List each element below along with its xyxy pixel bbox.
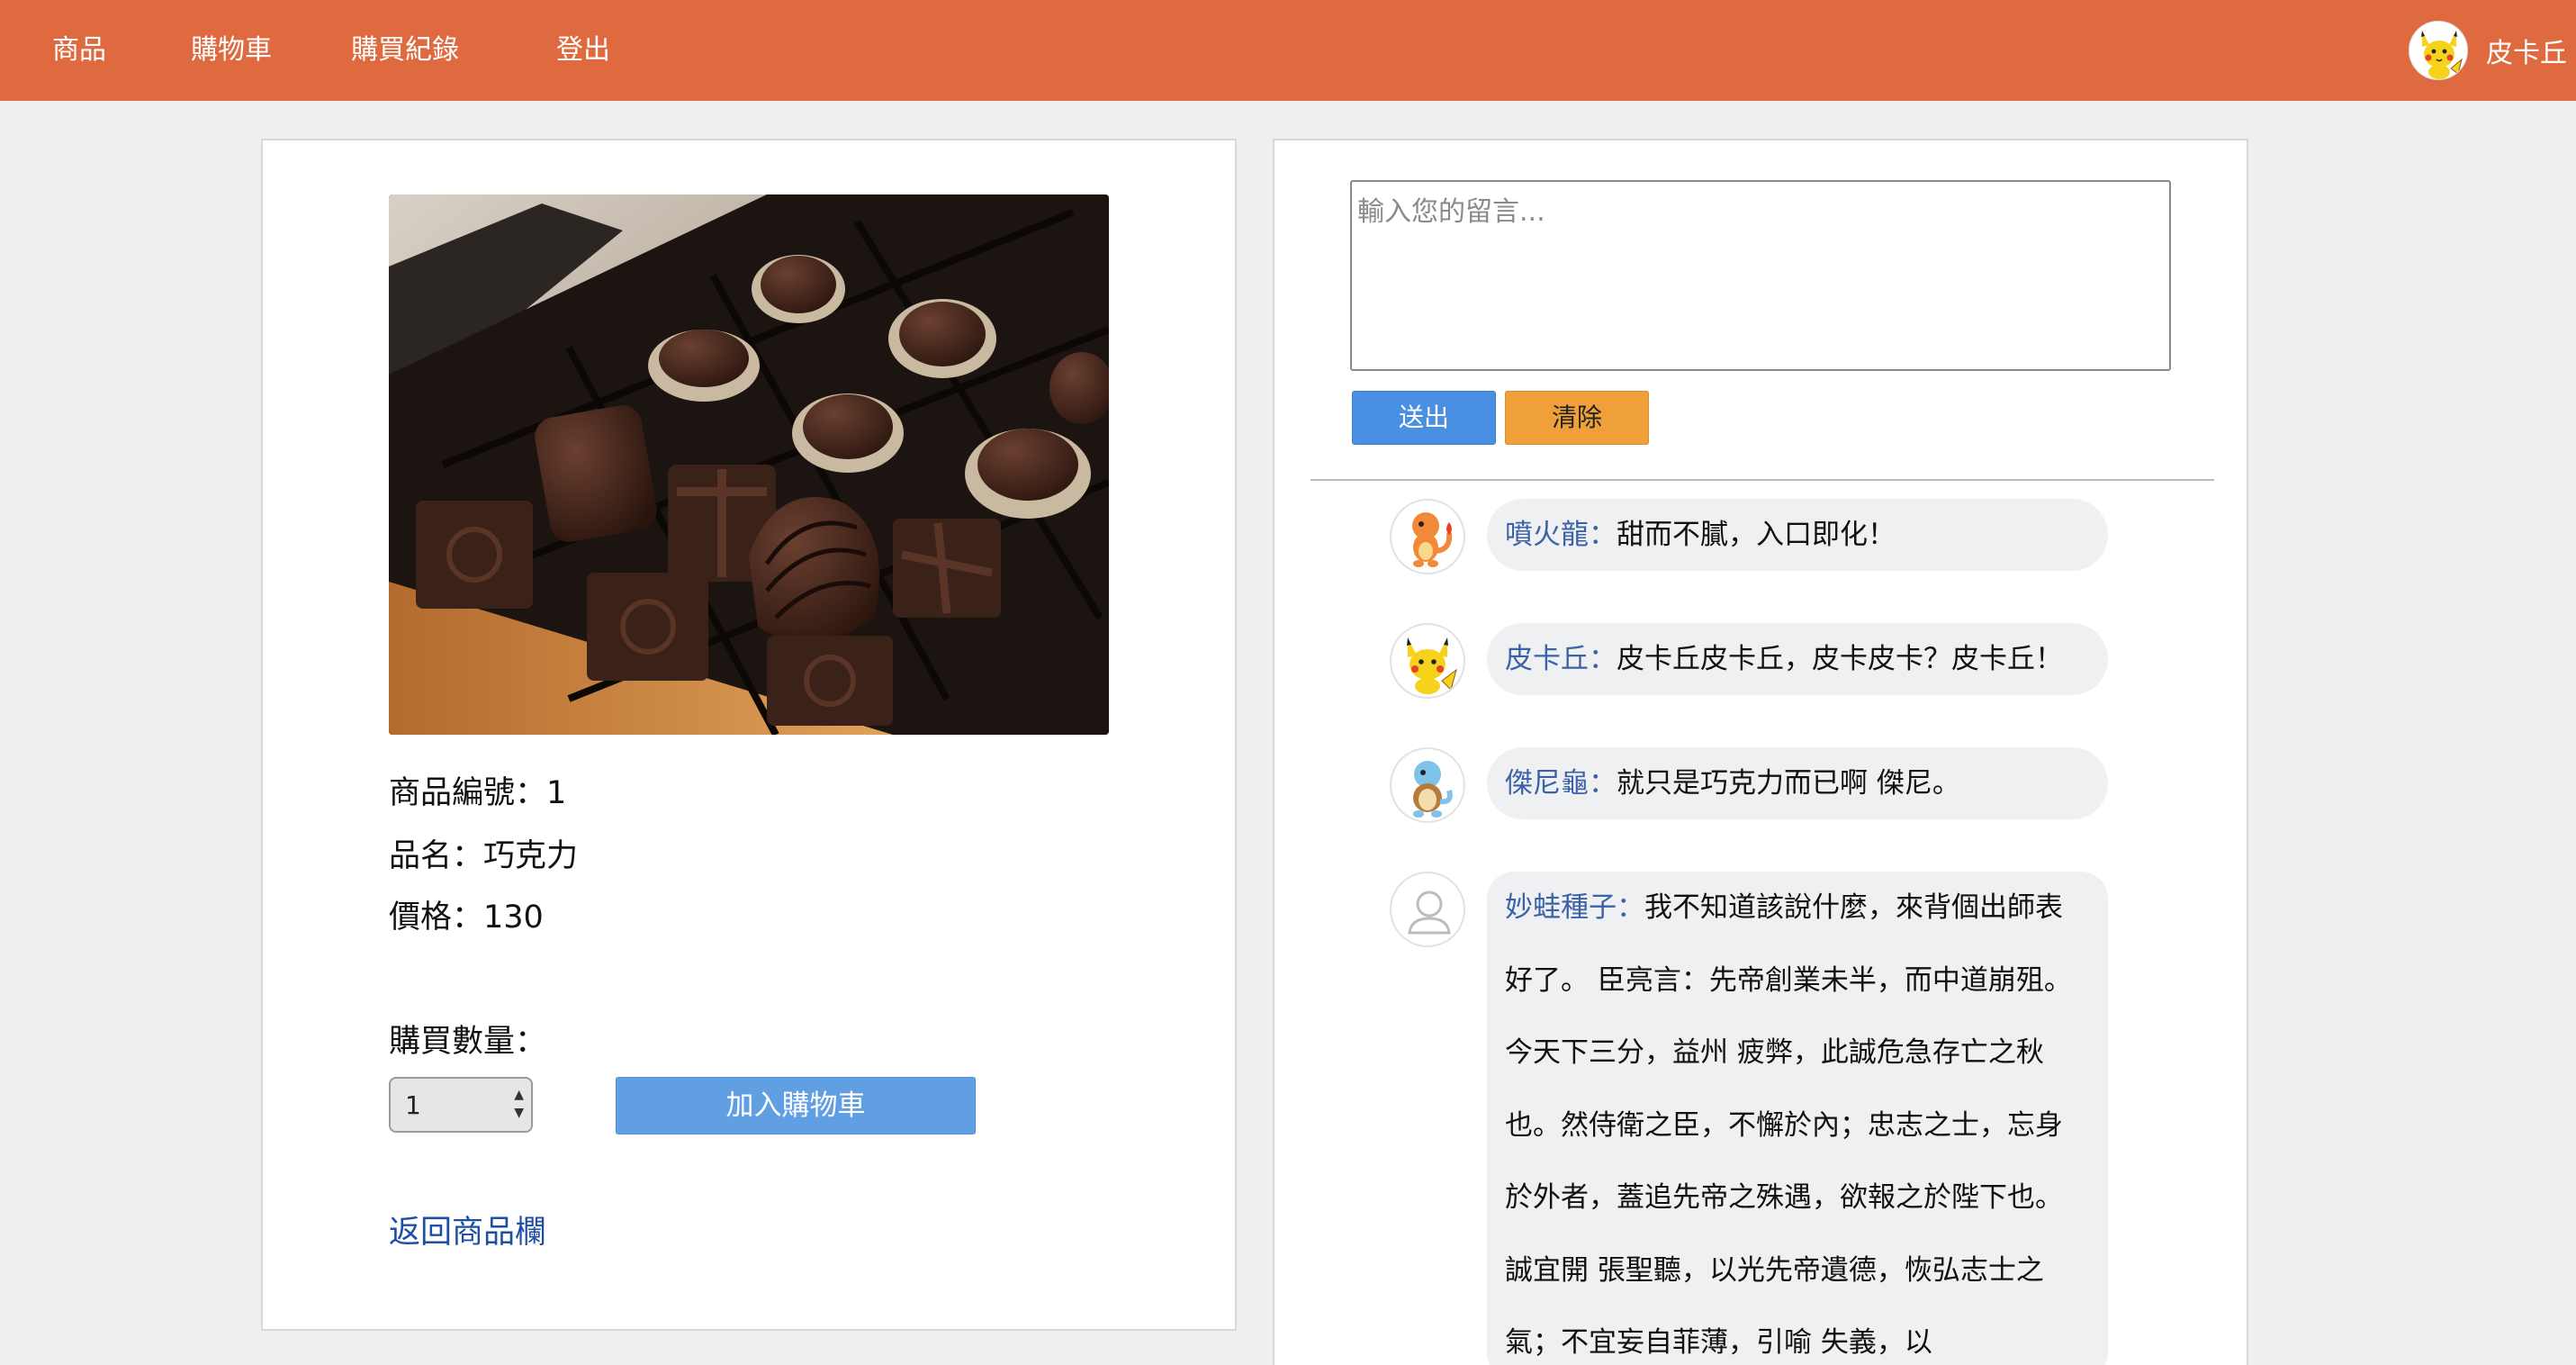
comment-text: 就只是巧克力而已啊 傑尼。	[1617, 767, 1960, 800]
squirtle-avatar-icon	[1390, 747, 1465, 823]
comment-input[interactable]	[1350, 180, 2171, 371]
product-name: 品名：巧克力	[389, 838, 579, 874]
add-to-cart-button[interactable]: 加入購物車	[616, 1077, 976, 1134]
back-to-products-link[interactable]: 返回商品欄	[389, 1207, 546, 1252]
divider	[1311, 479, 2214, 481]
comment-bubble: 皮卡丘：皮卡丘皮卡丘，皮卡皮卡？皮卡丘！	[1487, 623, 2108, 695]
nav-item-logout[interactable]: 登出	[556, 0, 610, 101]
pikachu-avatar-icon	[2409, 21, 2468, 80]
comment-bubble: 噴火龍：甜而不膩，入口即化！	[1487, 499, 2108, 571]
send-button[interactable]: 送出	[1352, 391, 1496, 445]
commenter-name: 噴火龍：	[1505, 519, 1617, 551]
product-price: 價格：130	[389, 899, 544, 936]
charmander-avatar-icon	[1390, 499, 1465, 574]
pikachu-avatar-icon	[1390, 623, 1465, 699]
quantity-label: 購買數量：	[389, 1024, 547, 1060]
commenter-name: 妙蛙種子：	[1505, 891, 1644, 924]
comment-text: 我不知道該說什麼，來背個出師表好了。 臣亮言：先帝創業未半，而中道崩殂。今天下三…	[1505, 891, 2072, 1359]
comment-bubble: 傑尼龜：就只是巧克力而已啊 傑尼。	[1487, 747, 2108, 819]
comments-panel: 送出 清除 噴火龍：甜而不膩，入口即化！	[1273, 139, 2248, 1365]
user-profile[interactable]: 皮卡丘	[2409, 0, 2567, 101]
product-detail-panel: 商品編號：1 品名：巧克力 價格：130 購買數量： 1 ▲ ▼ 加入購物車 返回…	[261, 139, 1237, 1331]
nav-item-purchase-history[interactable]: 購買紀錄	[351, 0, 459, 101]
chocolate-box-photo	[389, 194, 1109, 735]
commenter-name: 皮卡丘：	[1505, 643, 1617, 675]
nav-item-products[interactable]: 商品	[52, 0, 106, 101]
user-name: 皮卡丘	[2486, 38, 2567, 69]
default-user-avatar-icon	[1390, 872, 1465, 947]
comment-text: 甜而不膩，入口即化！	[1617, 519, 1896, 551]
commenter-name: 傑尼龜：	[1505, 767, 1617, 800]
stepper-arrows-icon: ▲ ▼	[514, 1088, 524, 1120]
comment-text: 皮卡丘皮卡丘，皮卡皮卡？皮卡丘！	[1617, 643, 2063, 675]
quantity-value: 1	[405, 1089, 421, 1120]
top-nav-bar: 商品 購物車 購買紀錄 登出 皮卡丘	[0, 0, 2576, 101]
nav-item-cart[interactable]: 購物車	[191, 0, 272, 101]
clear-button[interactable]: 清除	[1505, 391, 1649, 445]
comment-bubble: 妙蛙種子：我不知道該說什麼，來背個出師表好了。 臣亮言：先帝創業未半，而中道崩殂…	[1487, 872, 2108, 1365]
product-id: 商品編號：1	[389, 775, 567, 811]
quantity-stepper[interactable]: 1 ▲ ▼	[389, 1077, 533, 1133]
